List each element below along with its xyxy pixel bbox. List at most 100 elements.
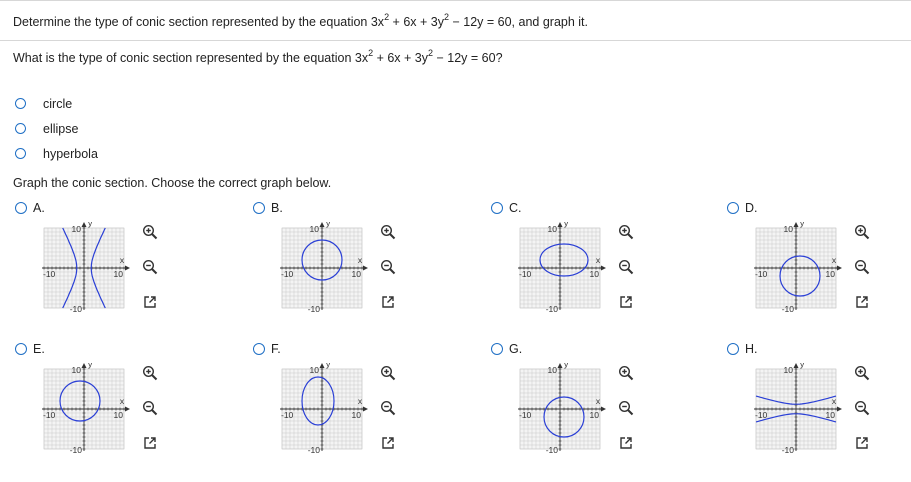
option-letter: G. [509, 342, 523, 356]
graph-thumbnail: 10 -10 -10 10 x y [514, 359, 606, 458]
x-axis-arrow [125, 265, 130, 271]
graph-option-c: C. 10 -10 -10 10 x y [491, 201, 721, 341]
option-letter: H. [745, 342, 758, 356]
zoom-out-button[interactable] [141, 399, 159, 417]
zoom-in-button[interactable] [853, 364, 871, 382]
zoom-in-button[interactable] [379, 223, 397, 241]
y-axis-arrow [793, 363, 799, 368]
choice-hyperbola[interactable]: hyperbola [15, 141, 98, 166]
option-selector[interactable]: D. [727, 201, 758, 215]
radio-button[interactable] [727, 343, 739, 355]
popout-icon [144, 437, 156, 449]
zoom-out-button[interactable] [853, 399, 871, 417]
option-letter: F. [271, 342, 281, 356]
x-tick-label-left: -10 [755, 269, 768, 279]
x-axis-arrow [837, 265, 842, 271]
magnifier-handle [627, 233, 634, 240]
radio-button[interactable] [253, 343, 265, 355]
popout-arrow [861, 296, 868, 303]
zoom-in-icon [380, 365, 396, 381]
radio-button[interactable] [15, 123, 26, 134]
radio-button[interactable] [15, 202, 27, 214]
popout-button[interactable] [853, 293, 871, 311]
magnifier-handle [389, 233, 396, 240]
conic-type-choices: circle ellipse hyperbola [15, 91, 98, 166]
conic-graph: 10-10-10 10xy [42, 218, 130, 314]
zoom-in-icon [380, 224, 396, 240]
zoom-in-icon [618, 224, 634, 240]
popout-arrow [625, 296, 632, 303]
zoom-out-button[interactable] [379, 399, 397, 417]
zoom-in-button[interactable] [853, 223, 871, 241]
radio-button[interactable] [253, 202, 265, 214]
y-axis-arrow [81, 363, 87, 368]
y-axis-arrow [557, 222, 563, 227]
popout-button[interactable] [379, 293, 397, 311]
choice-circle[interactable]: circle [15, 91, 98, 116]
x-axis-arrow [601, 406, 606, 412]
magnifier-handle [863, 374, 870, 381]
choice-ellipse[interactable]: ellipse [15, 116, 98, 141]
popout-arrow [861, 437, 868, 444]
popout-button[interactable] [617, 434, 635, 452]
y-axis-label: y [564, 222, 569, 228]
popout-button[interactable] [379, 434, 397, 452]
y-tick-label-top: 10 [784, 365, 794, 375]
zoom-out-button[interactable] [141, 258, 159, 276]
y-tick-label-top: 10 [548, 224, 558, 234]
conic-graph: 10-10-10 10xy [754, 359, 842, 455]
option-selector[interactable]: H. [727, 342, 758, 356]
y-tick-label-top: 10 [548, 365, 558, 375]
option-selector[interactable]: E. [15, 342, 45, 356]
y-tick-label-bottom: -10 [782, 445, 795, 455]
zoom-in-icon [142, 365, 158, 381]
radio-button[interactable] [491, 343, 503, 355]
graph-thumbnail: 10 -10 -10 10 x y [514, 218, 606, 317]
conic-graph: 10-10-10 10xy [518, 218, 606, 314]
graph-thumbnail: 10 -10 -10 10 x y [276, 218, 368, 317]
radio-button[interactable] [491, 202, 503, 214]
zoom-in-button[interactable] [617, 364, 635, 382]
zoom-in-button[interactable] [141, 223, 159, 241]
x-tick-label-right: 10 [590, 410, 600, 420]
x-axis-arrow [363, 406, 368, 412]
popout-button[interactable] [141, 434, 159, 452]
radio-button[interactable] [727, 202, 739, 214]
x-tick-label-left: -10 [43, 410, 56, 420]
option-selector[interactable]: G. [491, 342, 522, 356]
zoom-out-icon [380, 400, 396, 416]
zoom-out-button[interactable] [853, 258, 871, 276]
option-selector[interactable]: A. [15, 201, 45, 215]
option-selector[interactable]: C. [491, 201, 522, 215]
popout-button[interactable] [617, 293, 635, 311]
option-selector[interactable]: F. [253, 342, 281, 356]
graph-thumbnail: 10 -10 -10 10 x y [750, 218, 842, 317]
x-tick-label-left: -10 [43, 269, 56, 279]
magnifier-handle [389, 374, 396, 381]
graph-prompt: Graph the conic section. Choose the corr… [13, 176, 332, 190]
graph-option-f: F. 10 -10 -10 10 x y [253, 342, 483, 482]
magnifier-handle [389, 268, 396, 275]
popout-icon [382, 296, 394, 308]
magnifier-handle [389, 409, 396, 416]
y-axis-arrow [319, 222, 325, 227]
x-tick-label-right: 10 [826, 269, 836, 279]
zoom-out-button[interactable] [617, 399, 635, 417]
zoom-out-button[interactable] [617, 258, 635, 276]
graph-option-d: D. 10 -10 -10 10 x y [727, 201, 911, 341]
zoom-in-button[interactable] [379, 364, 397, 382]
radio-button[interactable] [15, 98, 26, 109]
radio-button[interactable] [15, 148, 26, 159]
popout-button[interactable] [141, 293, 159, 311]
graph-option-h: H. 10 -10 -10 10 x y [727, 342, 911, 482]
zoom-out-button[interactable] [379, 258, 397, 276]
magnifier-handle [863, 409, 870, 416]
radio-button[interactable] [15, 343, 27, 355]
zoom-in-button[interactable] [617, 223, 635, 241]
y-tick-label-top: 10 [72, 224, 82, 234]
option-selector[interactable]: B. [253, 201, 283, 215]
zoom-in-button[interactable] [141, 364, 159, 382]
popout-icon [620, 437, 632, 449]
popout-button[interactable] [853, 434, 871, 452]
graph-option-b: B. 10 -10 -10 10 x y [253, 201, 483, 341]
